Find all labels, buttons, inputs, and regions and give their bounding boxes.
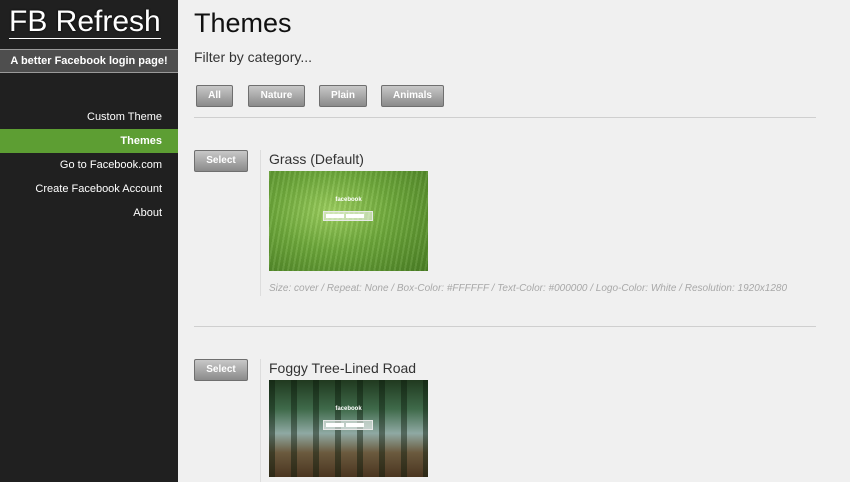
theme-separator	[260, 150, 261, 296]
theme-meta: Size: cover / Repeat: None / Box-Color: …	[269, 283, 788, 294]
thumbnail-logo: facebook	[335, 406, 362, 412]
nav-item-go-to-facebook[interactable]: Go to Facebook.com	[0, 153, 178, 177]
page-title: Themes	[194, 8, 292, 38]
sidebar-nav: Custom Theme Themes Go to Facebook.com C…	[0, 105, 178, 225]
main-content: Themes Filter by category... All Nature …	[178, 0, 850, 482]
filter-nature-button[interactable]: Nature	[248, 85, 305, 107]
divider	[194, 117, 816, 118]
filter-all-button[interactable]: All	[196, 85, 233, 107]
theme-thumbnail[interactable]: facebook	[269, 171, 428, 271]
theme-name: Foggy Tree-Lined Road	[269, 360, 417, 376]
nav-item-about[interactable]: About	[0, 201, 178, 225]
select-theme-button[interactable]: Select	[194, 150, 248, 172]
tagline: A better Facebook login page!	[0, 49, 178, 73]
theme-separator	[260, 359, 261, 482]
nav-item-themes[interactable]: Themes	[0, 129, 178, 153]
thumbnail-login-box	[323, 211, 373, 221]
filter-animals-button[interactable]: Animals	[381, 85, 444, 107]
theme-name: Grass (Default)	[269, 151, 364, 167]
theme-item: Select Foggy Tree-Lined Road facebook	[194, 359, 834, 482]
brand-underline	[9, 38, 161, 39]
select-theme-button[interactable]: Select	[194, 359, 248, 381]
filter-label: Filter by category...	[194, 49, 313, 65]
filter-plain-button[interactable]: Plain	[319, 85, 367, 107]
nav-item-create-account[interactable]: Create Facebook Account	[0, 177, 178, 201]
theme-item: Select Grass (Default) facebook Size: co…	[194, 150, 834, 300]
nav-item-custom-theme[interactable]: Custom Theme	[0, 105, 178, 129]
theme-thumbnail[interactable]: facebook	[269, 380, 428, 477]
brand: FB Refresh	[0, 0, 178, 45]
thumbnail-login-box	[323, 420, 373, 430]
sidebar: FB Refresh A better Facebook login page!…	[0, 0, 178, 482]
divider	[194, 326, 816, 327]
brand-title[interactable]: FB Refresh	[9, 4, 161, 40]
thumbnail-logo: facebook	[335, 197, 362, 203]
